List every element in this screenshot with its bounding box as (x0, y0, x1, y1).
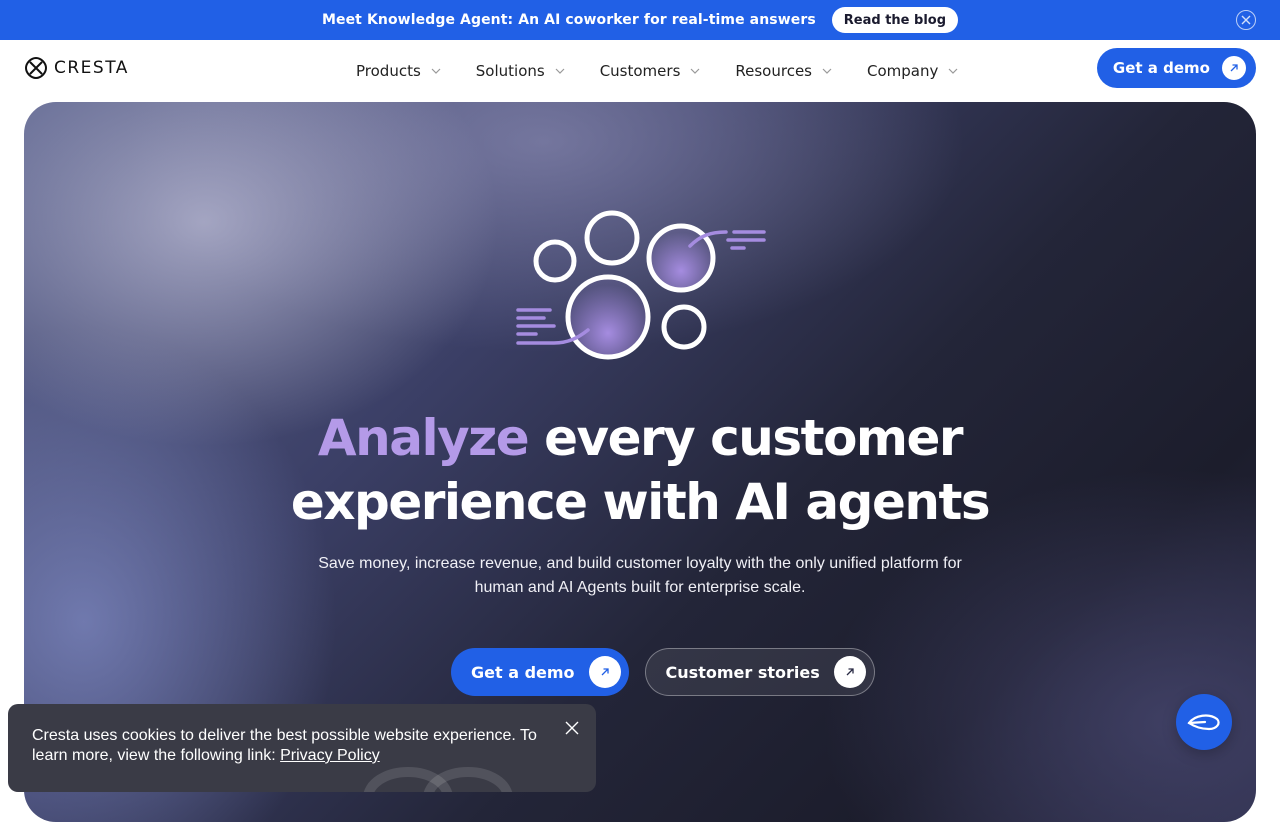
announcement-bar: Meet Knowledge Agent: An AI coworker for… (0, 0, 1280, 40)
arrow-up-right-icon (1222, 56, 1246, 80)
get-demo-label: Get a demo (1112, 59, 1210, 77)
cookie-banner: Cresta uses cookies to deliver the best … (8, 704, 596, 792)
nav-item-label: Customers (599, 62, 681, 80)
get-demo-label: Get a demo (471, 662, 575, 682)
customer-stories-button[interactable]: Customer stories (644, 648, 875, 696)
arrow-up-right-icon (588, 656, 621, 688)
nav-menu: Products Solutions Customers Resources C… (356, 40, 993, 102)
headline-part-2: experience with AI agents (290, 473, 991, 531)
chevron-down-icon (948, 68, 958, 74)
close-icon[interactable] (564, 720, 580, 736)
chevron-down-icon (822, 68, 832, 74)
logo-text: CRESTA (54, 58, 129, 78)
nav-item-company[interactable]: Company (867, 62, 958, 80)
read-blog-button[interactable]: Read the blog (831, 7, 959, 33)
chevron-down-icon (431, 68, 441, 74)
close-icon[interactable] (1236, 10, 1256, 30)
subtitle-line-2: human and AI Agents built for enterprise… (474, 579, 806, 596)
cresta-logo[interactable]: CRESTA (24, 56, 129, 80)
nav-item-products[interactable]: Products (356, 62, 441, 80)
nav-item-label: Company (867, 62, 939, 80)
decorative-rings-icon (363, 767, 513, 792)
nav-item-solutions[interactable]: Solutions (476, 62, 565, 80)
customer-stories-label: Customer stories (665, 662, 820, 682)
chevron-down-icon (555, 68, 565, 74)
cresta-logo-icon (24, 56, 48, 80)
nav-item-label: Solutions (475, 62, 545, 80)
headline-accent: Analyze (317, 409, 530, 467)
subtitle-line-1: Save money, increase revenue, and build … (318, 555, 962, 572)
hero-headline: Analyze every customer experience with A… (24, 406, 1256, 534)
bubbles-illustration-icon (516, 210, 766, 360)
chat-icon (1187, 714, 1220, 731)
nav-item-customers[interactable]: Customers (600, 62, 701, 80)
arrow-up-right-icon (833, 656, 866, 688)
chevron-down-icon (690, 68, 700, 74)
announcement-text: Meet Knowledge Agent: An AI coworker for… (321, 12, 816, 28)
get-demo-nav-button[interactable]: Get a demo (1096, 48, 1256, 88)
nav-item-label: Resources (735, 62, 812, 80)
main-nav: CRESTA Products Solutions Customers Reso… (0, 40, 1280, 102)
nav-item-resources[interactable]: Resources (735, 62, 832, 80)
get-demo-button[interactable]: Get a demo (451, 648, 629, 696)
hero-subtitle: Save money, increase revenue, and build … (24, 552, 1256, 600)
headline-part-1: every customer (528, 409, 963, 467)
nav-item-label: Products (356, 62, 421, 80)
chat-widget-button[interactable] (1176, 694, 1232, 750)
hero-cta-row: Get a demo Customer stories (451, 648, 875, 696)
